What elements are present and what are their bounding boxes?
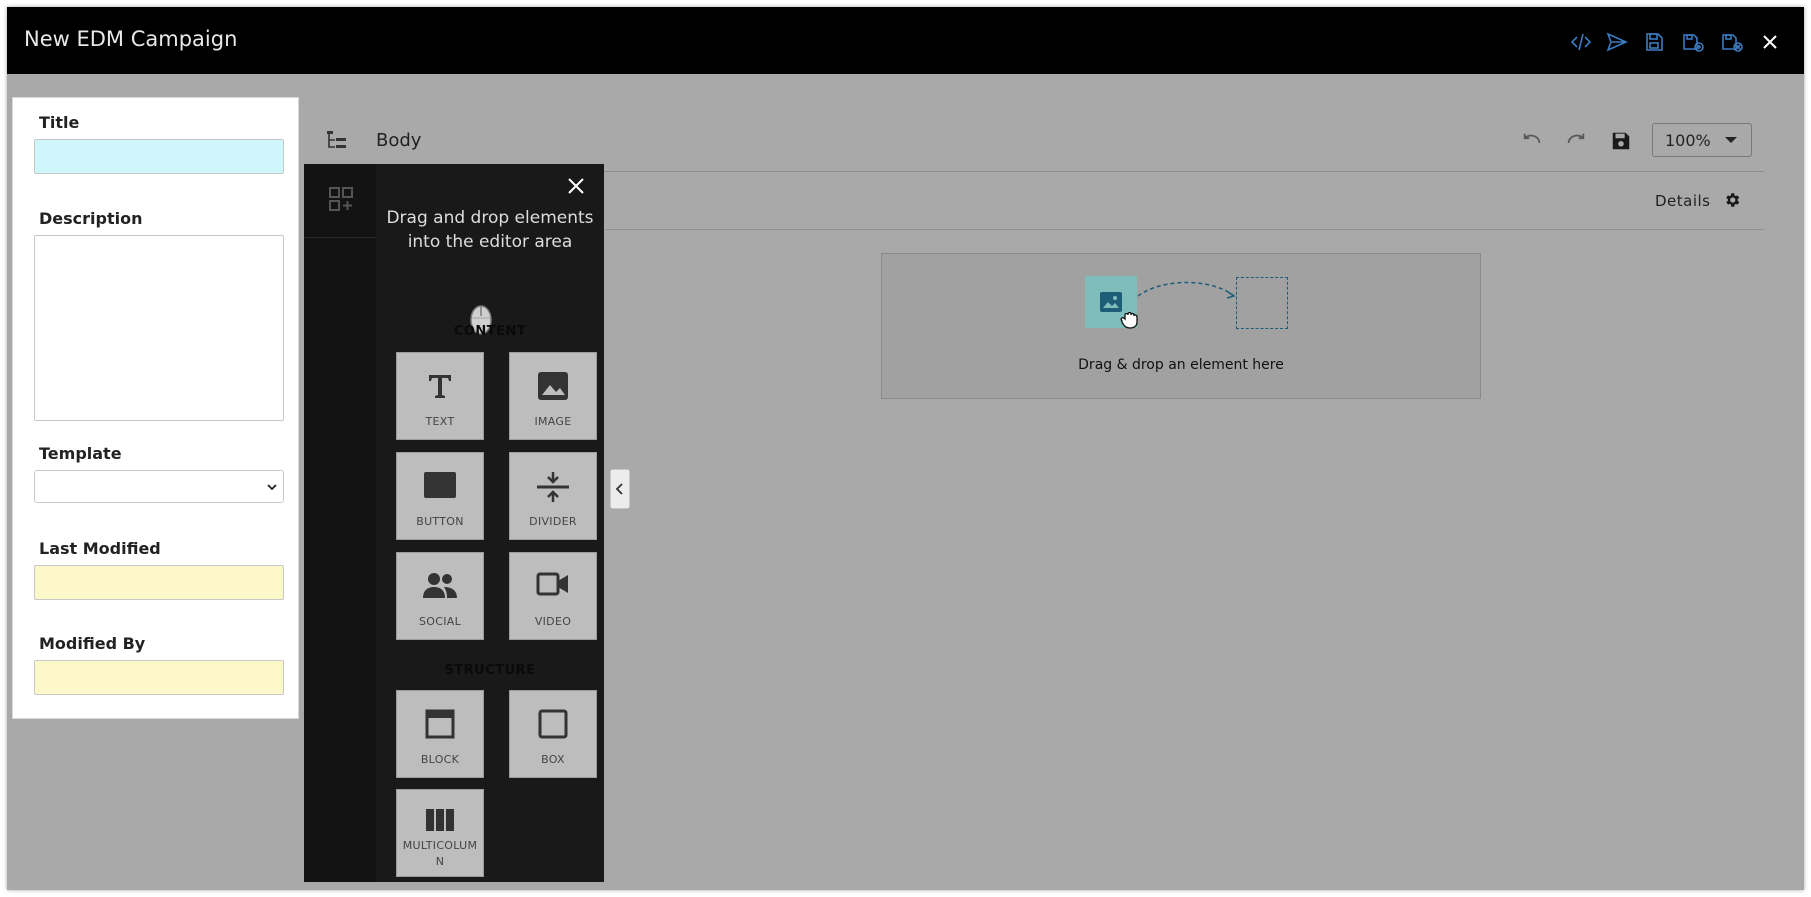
- video-icon: [536, 572, 568, 596]
- tile-label: TEXT: [425, 415, 455, 428]
- title-label: Title: [39, 113, 80, 132]
- modified-by-label: Modified By: [39, 634, 146, 653]
- chevron-left-icon: [615, 483, 623, 495]
- collapse-drawer-button[interactable]: [610, 469, 630, 509]
- redo-icon[interactable]: [1561, 126, 1591, 156]
- multicolumn-icon: [426, 809, 454, 831]
- block-icon: [425, 709, 455, 739]
- template-label: Template: [39, 444, 122, 463]
- rail-divider: [304, 237, 376, 238]
- button-icon: [424, 472, 456, 498]
- video-element-tile[interactable]: VIDEO: [509, 552, 597, 640]
- breadcrumb[interactable]: Body: [376, 130, 421, 151]
- zoom-value: 100%: [1665, 131, 1711, 150]
- chevron-down-icon: [267, 484, 277, 491]
- box-icon: [538, 709, 568, 739]
- text-icon: [429, 375, 451, 398]
- zoom-dropdown[interactable]: 100%: [1652, 123, 1752, 157]
- button-element-tile[interactable]: BUTTON: [396, 452, 484, 540]
- layers-tree-icon[interactable]: [326, 130, 348, 150]
- image-element-tile[interactable]: IMAGE: [509, 352, 597, 440]
- drop-hint-text: Drag & drop an element here: [1078, 357, 1284, 373]
- close-icon[interactable]: [1757, 29, 1783, 55]
- tile-label: IMAGE: [534, 415, 572, 428]
- gear-icon[interactable]: [1723, 191, 1741, 209]
- details-bar: Details: [605, 172, 1764, 230]
- save-and-close-icon[interactable]: [1719, 29, 1745, 55]
- editor-header: Body 100%: [304, 104, 1764, 172]
- add-element-icon[interactable]: [328, 186, 354, 212]
- text-element-tile[interactable]: TEXT: [396, 352, 484, 440]
- drawer-instructions: Drag and drop elements into the editor a…: [386, 208, 594, 252]
- undo-icon[interactable]: [1517, 126, 1547, 156]
- template-select[interactable]: [34, 470, 284, 503]
- title-bar: New EDM Campaign: [7, 7, 1804, 74]
- last-modified-field[interactable]: [34, 565, 284, 600]
- tile-label: BOX: [541, 753, 565, 766]
- campaign-form-panel: Title Description Template Last Modified…: [12, 97, 299, 719]
- save-icon[interactable]: [1606, 126, 1636, 156]
- image-icon: [538, 372, 568, 400]
- multicolumn-element-tile[interactable]: MULTICOLUMN: [396, 789, 484, 877]
- tile-label: VIDEO: [534, 615, 572, 628]
- content-section-title: CONTENT: [453, 324, 527, 339]
- code-icon[interactable]: [1568, 29, 1594, 55]
- description-label: Description: [39, 209, 143, 228]
- caret-down-icon: [1725, 137, 1737, 143]
- drop-zone[interactable]: Drag & drop an element here: [881, 253, 1481, 399]
- close-drawer-icon[interactable]: [566, 176, 586, 196]
- social-element-tile[interactable]: SOCIAL: [396, 552, 484, 640]
- box-element-tile[interactable]: BOX: [509, 690, 597, 778]
- modified-by-field[interactable]: [34, 660, 284, 695]
- divider-icon: [537, 472, 569, 502]
- divider-element-tile[interactable]: DIVIDER: [509, 452, 597, 540]
- drag-arrow-icon: [1137, 281, 1236, 299]
- block-element-tile[interactable]: BLOCK: [396, 690, 484, 778]
- details-label[interactable]: Details: [1655, 192, 1711, 210]
- save-as-icon[interactable]: [1680, 29, 1706, 55]
- send-icon[interactable]: [1604, 29, 1630, 55]
- description-textarea[interactable]: [34, 235, 284, 421]
- drop-target-placeholder: [1236, 277, 1288, 329]
- elements-drawer: Drag and drop elements into the editor a…: [304, 164, 604, 882]
- editor-window: New EDM Campaign Title Description Templ…: [7, 7, 1804, 890]
- tile-label: BUTTON: [416, 515, 464, 528]
- tile-label: DIVIDER: [529, 515, 577, 528]
- tile-label: SOCIAL: [418, 615, 462, 628]
- window-title: New EDM Campaign: [24, 27, 238, 51]
- structure-section-title: STRUCTURE: [444, 663, 536, 678]
- social-icon: [423, 573, 457, 598]
- save-icon[interactable]: [1641, 29, 1667, 55]
- tile-label: MULTICOLUMN: [402, 839, 478, 868]
- drawer-rail: [304, 164, 376, 882]
- last-modified-label: Last Modified: [39, 539, 161, 558]
- title-input[interactable]: [34, 139, 284, 174]
- tile-label: BLOCK: [420, 753, 460, 766]
